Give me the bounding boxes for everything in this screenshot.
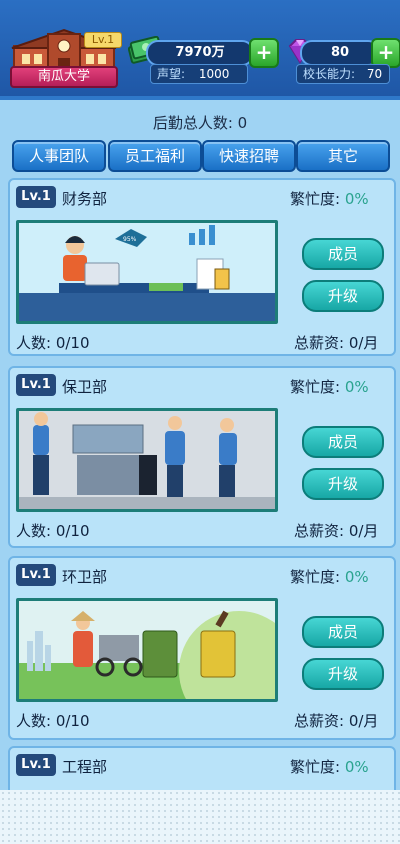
busy-label: 繁忙度:: [290, 568, 341, 586]
ability-value: 70: [366, 67, 383, 81]
dept-level-badge: Lv.1: [16, 186, 56, 208]
scene-percent-text: 95%: [123, 236, 137, 243]
sanitation-scene-illustration: [16, 598, 278, 702]
ability-label: 校长能力:: [303, 67, 356, 81]
dept-total-salary: 总薪资: 0/月: [294, 522, 379, 540]
dept-level-badge: Lv.1: [16, 564, 56, 586]
busy-label: 繁忙度:: [290, 190, 341, 208]
dept-name: 工程部: [62, 758, 108, 776]
dept-level-badge: Lv.1: [16, 754, 56, 776]
principal-ability-stat: 校长能力: 70: [296, 64, 390, 84]
department-card-finance: Lv.1 财务部 繁忙度: 0% 95% 成员 升级 人数: 0/10 总薪资:…: [8, 178, 396, 356]
members-button[interactable]: 成员: [302, 426, 384, 458]
dept-name: 保卫部: [62, 378, 108, 396]
busy-label: 繁忙度:: [290, 758, 341, 776]
logistics-panel: 后勤总人数: 0 人事团队 员工福利 快速招聘 其它 Lv.1 财务部 繁忙度:…: [0, 96, 400, 820]
upgrade-button[interactable]: 升级: [302, 658, 384, 690]
dept-level-badge: Lv.1: [16, 374, 56, 396]
dept-name: 环卫部: [62, 568, 108, 586]
finance-scene-illustration: 95%: [16, 220, 278, 324]
security-scene-illustration: [16, 408, 278, 512]
tab-other[interactable]: 其它: [296, 140, 390, 172]
dept-busy: 繁忙度: 0%: [290, 566, 369, 587]
dept-total-salary: 总薪资: 0/月: [294, 334, 379, 352]
school-name-banner: 南瓜大学: [10, 66, 118, 88]
money-display: 7970万: [146, 40, 254, 66]
department-card-sanitation: Lv.1 环卫部 繁忙度: 0% 成员 升级 人数: 0/10 总薪资: 0/月: [8, 556, 396, 740]
tab-staff-welfare[interactable]: 员工福利: [108, 140, 202, 172]
busy-value: 0%: [344, 378, 369, 396]
upgrade-button[interactable]: 升级: [302, 280, 384, 312]
members-button[interactable]: 成员: [302, 616, 384, 648]
busy-value: 0%: [344, 758, 369, 776]
upgrade-button[interactable]: 升级: [302, 468, 384, 500]
dept-people-count: 人数: 0/10: [16, 522, 90, 540]
gem-value: 80: [330, 45, 350, 60]
busy-value: 0%: [344, 568, 369, 586]
dept-name: 财务部: [62, 190, 108, 208]
reputation-label: 声望:: [157, 67, 186, 81]
dept-busy: 繁忙度: 0%: [290, 188, 369, 209]
gem-display: 80: [300, 40, 380, 66]
dept-busy: 繁忙度: 0%: [290, 756, 369, 777]
school-level-tag: Lv.1: [84, 32, 122, 48]
bottom-overlay: [0, 790, 400, 844]
members-button[interactable]: 成员: [302, 238, 384, 270]
busy-value: 0%: [344, 190, 369, 208]
logistics-total-label: 后勤总人数: 0: [152, 114, 248, 132]
dept-people-count: 人数: 0/10: [16, 712, 90, 730]
tab-quick-recruit[interactable]: 快速招聘: [202, 140, 296, 172]
add-money-button[interactable]: +: [249, 38, 279, 68]
top-bar: Lv.1 南瓜大学 7970万 + 80 + 声望: 1000 校长能力: 70: [0, 0, 400, 96]
reputation-value: 1000: [198, 67, 230, 81]
tab-hr-team[interactable]: 人事团队: [12, 140, 106, 172]
money-value: 7970万: [175, 45, 225, 60]
dept-people-count: 人数: 0/10: [16, 334, 90, 352]
dept-busy: 繁忙度: 0%: [290, 376, 369, 397]
department-card-security: Lv.1 保卫部 繁忙度: 0% 成员 升级 人数: 0/10 总薪资: 0/月: [8, 366, 396, 548]
dept-total-salary: 总薪资: 0/月: [294, 712, 379, 730]
busy-label: 繁忙度:: [290, 378, 341, 396]
reputation-stat: 声望: 1000: [150, 64, 248, 84]
